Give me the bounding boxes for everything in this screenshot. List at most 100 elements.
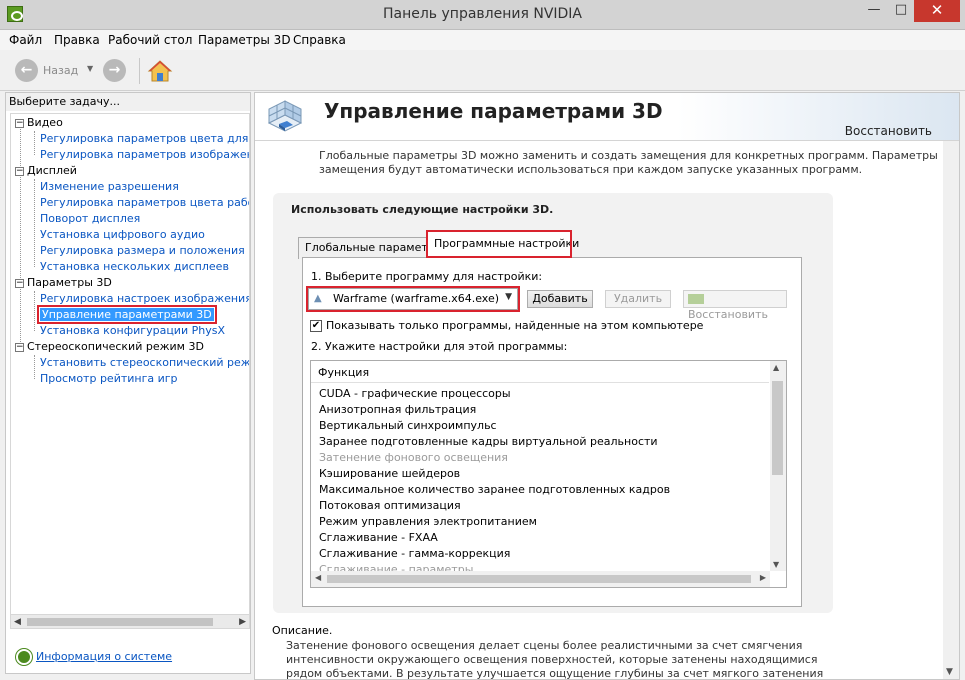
menu-file[interactable]: Файл	[9, 33, 42, 47]
tree-category-3d-settings[interactable]: − Параметры 3D	[15, 275, 112, 291]
step1-label: 1. Выберите программу для настройки:	[311, 270, 543, 283]
tree-horizontal-scrollbar[interactable]: ◀ ▶	[10, 614, 250, 629]
tree-connector	[34, 179, 35, 267]
tree-connector	[20, 123, 21, 348]
program-select[interactable]: ▲ Warframe (warframe.x64.exe) ▼	[306, 286, 520, 312]
function-column-header[interactable]: Функция	[311, 361, 769, 383]
show-only-found-label: Показывать только программы, найденные н…	[326, 319, 704, 332]
category-label: Видео	[27, 116, 63, 129]
history-dropdown-icon[interactable]: ▼	[87, 64, 93, 73]
tree-item[interactable]: Поворот дисплея	[40, 211, 140, 227]
close-button[interactable]: ✕	[914, 0, 960, 22]
minimize-button[interactable]: —	[860, 0, 888, 22]
restore-program-button[interactable]: Восстановить	[683, 290, 787, 321]
function-row[interactable]: Максимальное количество заранее подготов…	[319, 482, 670, 498]
program-icon: ▲	[314, 293, 322, 304]
page-banner: Управление параметрами 3D Восстановить	[255, 93, 959, 141]
function-row[interactable]: Анизотропная фильтрация	[319, 402, 476, 418]
add-program-button[interactable]: Добавить	[527, 290, 593, 308]
forward-icon[interactable]: →	[103, 59, 126, 82]
tree-item[interactable]: Просмотр рейтинга игр	[40, 371, 178, 387]
scroll-thumb[interactable]	[327, 575, 751, 583]
function-row[interactable]: Кэширование шейдеров	[319, 466, 460, 482]
menu-help[interactable]: Справка	[293, 33, 346, 47]
nvidia-logo-icon	[688, 294, 704, 304]
window-title: Панель управления NVIDIA	[382, 6, 583, 22]
scroll-down-icon[interactable]: ▼	[946, 667, 953, 677]
tree-item[interactable]: Регулировка размера и положения раб	[40, 243, 249, 259]
show-only-found-checkbox-row[interactable]: ✔ Показывать только программы, найденные …	[310, 319, 703, 332]
back-icon[interactable]: ←	[15, 59, 38, 82]
main-vertical-scrollbar[interactable]: ▼	[943, 141, 959, 679]
scroll-left-icon[interactable]: ◀	[14, 615, 21, 629]
scroll-thumb[interactable]	[27, 618, 213, 626]
description-text: Затенение фонового освещения делает сцен…	[286, 639, 824, 680]
scroll-left-icon[interactable]: ◀	[315, 573, 321, 582]
remove-program-button[interactable]: Удалить	[605, 290, 671, 308]
tab-global-settings[interactable]: Глобальные параметры	[298, 237, 443, 259]
tree-item[interactable]: Установить стереоскопический режим	[40, 355, 249, 371]
function-row[interactable]: Вертикальный синхроимпульс	[319, 418, 497, 434]
tree-connector	[34, 131, 35, 155]
system-info-label[interactable]: Информация о системе	[36, 650, 172, 663]
system-info-link[interactable]: Информация о системе	[15, 648, 172, 666]
tree-item[interactable]: Установка конфигурации PhysX	[40, 323, 225, 339]
function-row[interactable]: Сглаживание - параметры	[319, 562, 473, 571]
task-header: Выберите задачу...	[6, 93, 250, 111]
use-settings-heading: Использовать следующие настройки 3D.	[291, 203, 554, 216]
collapse-icon[interactable]: −	[15, 166, 24, 176]
function-row[interactable]: Режим управления электропитанием	[319, 514, 537, 530]
scroll-thumb[interactable]	[772, 381, 783, 475]
function-row[interactable]: Сглаживание - гамма-коррекция	[319, 546, 510, 562]
menu-3d-settings[interactable]: Параметры 3D	[198, 33, 291, 47]
tab-program-settings[interactable]: Программные настройки	[426, 230, 579, 258]
tree-item[interactable]: Регулировка настроек изображения с п	[40, 291, 249, 307]
function-list-vertical-scrollbar[interactable]: ▲ ▼	[770, 361, 786, 571]
function-row[interactable]: Потоковая оптимизация	[319, 498, 461, 514]
function-row[interactable]: Сглаживание - FXAA	[319, 530, 438, 546]
info-icon	[15, 648, 33, 666]
tree-item-manage-3d[interactable]: Управление параметрами 3D	[37, 305, 217, 324]
show-only-found-checkbox[interactable]: ✔	[310, 320, 322, 332]
step2-label: 2. Укажите настройки для этой программы:	[311, 340, 568, 353]
tree-item[interactable]: Установка цифрового аудио	[40, 227, 205, 243]
selected-item-label[interactable]: Управление параметрами 3D	[37, 305, 217, 324]
menu-bar: Файл Правка Рабочий стол Параметры 3D Сп…	[0, 30, 965, 50]
home-icon[interactable]	[147, 58, 173, 84]
scroll-right-icon[interactable]: ▶	[239, 615, 246, 629]
function-row[interactable]: CUDA - графические процессоры	[319, 386, 511, 402]
tree-item[interactable]: Установка нескольких дисплеев	[40, 259, 229, 275]
maximize-button[interactable]: □	[888, 0, 914, 22]
tree-item[interactable]: Регулировка параметров цвета рабоче	[40, 195, 249, 211]
program-select-value: Warframe (warframe.x64.exe)	[333, 292, 500, 305]
function-row[interactable]: Затенение фонового освещения	[319, 450, 508, 466]
menu-desktop[interactable]: Рабочий стол	[108, 33, 192, 47]
scroll-down-icon[interactable]: ▼	[773, 560, 779, 569]
back-label[interactable]: Назад	[43, 64, 78, 77]
function-list: Функция CUDA - графические процессоры Ан…	[310, 360, 787, 588]
description-label: Описание.	[272, 624, 333, 637]
collapse-icon[interactable]: −	[15, 278, 24, 288]
chevron-down-icon[interactable]: ▼	[505, 292, 512, 302]
function-row[interactable]: Заранее подготовленные кадры виртуальной…	[319, 434, 658, 450]
toolbar-separator	[139, 58, 140, 84]
page-title: Управление параметрами 3D	[324, 99, 663, 123]
tree-item[interactable]: Регулировка параметров цвета для ви	[40, 131, 249, 147]
function-list-horizontal-scrollbar[interactable]: ◀ ▶	[311, 571, 770, 587]
menu-edit[interactable]: Правка	[54, 33, 100, 47]
collapse-icon[interactable]: −	[15, 342, 24, 352]
scroll-up-icon[interactable]: ▲	[773, 363, 779, 372]
tree-category-video[interactable]: − Видео	[15, 115, 63, 131]
tree-connector	[34, 291, 35, 331]
tree-category-stereo[interactable]: − Стереоскопический режим 3D	[15, 339, 204, 355]
title-bar: Панель управления NVIDIA — □ ✕	[0, 0, 965, 30]
restore-defaults-link[interactable]: Восстановить	[845, 124, 932, 138]
tree-item[interactable]: Регулировка параметров изображения	[40, 147, 249, 163]
main-panel: Управление параметрами 3D Восстановить Г…	[254, 92, 960, 680]
tree-category-display[interactable]: − Дисплей	[15, 163, 77, 179]
collapse-icon[interactable]: −	[15, 118, 24, 128]
task-panel: Выберите задачу... − Видео Регулировка па…	[5, 92, 251, 674]
scroll-right-icon[interactable]: ▶	[760, 573, 766, 582]
category-label: Дисплей	[27, 164, 77, 177]
tree-item[interactable]: Изменение разрешения	[40, 179, 179, 195]
